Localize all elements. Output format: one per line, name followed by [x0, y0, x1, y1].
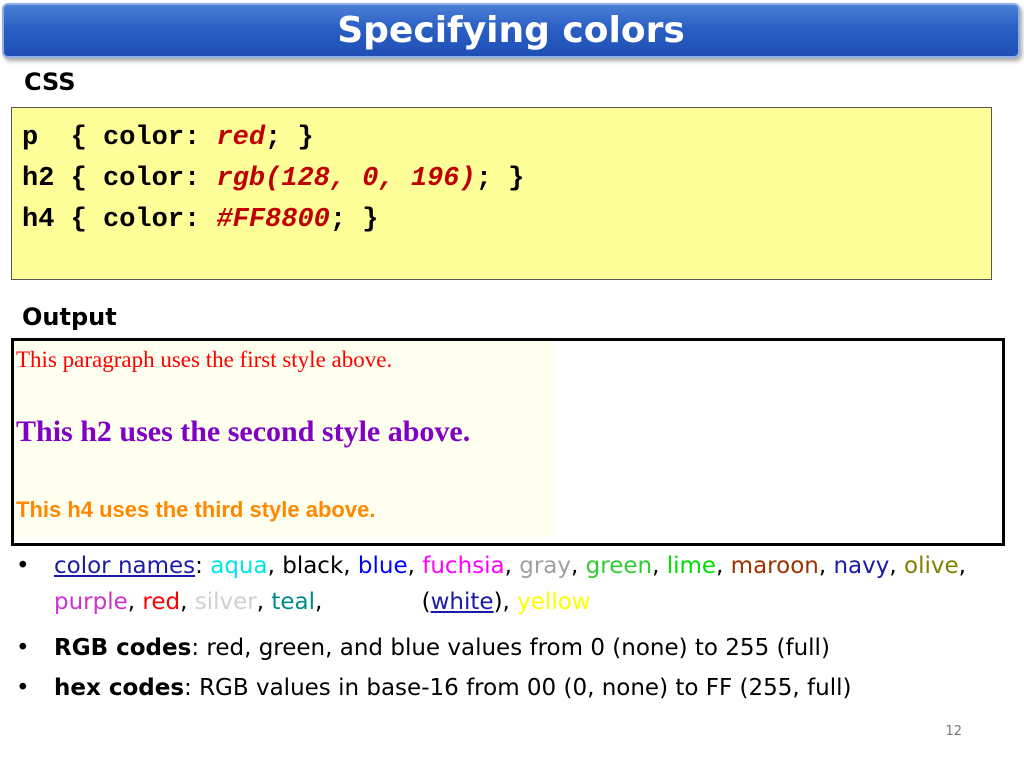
color-word-aqua: aqua [210, 553, 268, 579]
output-h2: This h2 uses the second style above. [16, 415, 471, 448]
code-line-h4: h4 { color: #FF8800; } [22, 200, 981, 241]
output-paragraph: This paragraph uses the first style abov… [16, 347, 393, 372]
code-suffix: ; } [265, 123, 314, 153]
color-word-lime: lime [666, 553, 717, 579]
output-h4: This h4 uses the third style above. [16, 497, 376, 522]
comma: , [716, 553, 731, 579]
code-suffix: ; } [329, 205, 379, 235]
bullet-list: • color names: aqua, black, blue, fuchsi… [16, 548, 1006, 706]
color-word-olive: olive [904, 553, 959, 579]
color-word-fuchsia: fuchsia [422, 553, 505, 579]
code-suffix: ; } [475, 164, 525, 194]
comma: , [652, 553, 667, 579]
color-word-purple: purple [54, 589, 128, 615]
color-word-red: red [142, 589, 181, 615]
rgb-codes-desc: : red, green, and blue values from 0 (no… [191, 635, 830, 661]
css-code-box: p { color: red; } h2 { color: rgb(128, 0… [11, 107, 992, 280]
comma: , [818, 553, 834, 579]
output-label: Output [22, 303, 117, 331]
slide-title: Specifying colors [337, 10, 685, 51]
bullet-rgb-codes: • RGB codes: red, green, and blue values… [16, 630, 1006, 666]
bullet-dot: • [16, 675, 30, 701]
comma: , [315, 589, 330, 615]
code-prefix: h4 { color: [22, 205, 217, 235]
color-word-silver: silver [194, 589, 257, 615]
title-bar: Specifying colors [2, 3, 1020, 58]
color-word-black: black [282, 553, 344, 579]
hex-codes-term: hex codes [54, 675, 185, 701]
code-line-p: p { color: red; } [22, 118, 981, 159]
comma: , [127, 589, 143, 615]
color-word-teal: teal [271, 589, 315, 615]
code-prefix: h2 { color: [22, 164, 217, 194]
comma: , [256, 589, 272, 615]
comma: , [504, 553, 520, 579]
color-word-navy: navy [833, 553, 890, 579]
code-line-h2: h2 { color: rgb(128, 0, 196); } [22, 159, 981, 200]
bullet-color-names: • color names: aqua, black, blue, fuchsi… [16, 548, 1006, 620]
comma: , [267, 553, 283, 579]
code-value: rgb(128, 0, 196) [216, 164, 476, 194]
code-value: #FF8800 [216, 205, 330, 235]
bullet-dot: • [16, 553, 30, 579]
bullet-dot: • [16, 635, 30, 661]
comma: , [958, 553, 966, 579]
output-box: This paragraph uses the first style abov… [11, 338, 1005, 546]
color-word-blue: blue [357, 553, 408, 579]
rgb-codes-term: RGB codes [54, 635, 192, 661]
colon: : [195, 553, 211, 579]
code-prefix: p { color: [22, 123, 217, 153]
comma: , [343, 553, 358, 579]
comma: , [407, 553, 423, 579]
color-names-link[interactable]: color names [54, 553, 195, 579]
page-number: 12 [945, 724, 962, 739]
output-render-area: This paragraph uses the first style abov… [14, 341, 554, 537]
css-label: CSS [24, 68, 76, 96]
white-link[interactable]: white [431, 589, 494, 615]
bullet-hex-codes: • hex codes: RGB values in base-16 from … [16, 670, 1006, 706]
hex-codes-desc: : RGB values in base-16 from 00 (0, none… [184, 675, 852, 701]
color-word-yellow: yellow [517, 589, 591, 615]
code-value: red [216, 123, 266, 153]
comma: , [571, 553, 586, 579]
color-word-maroon: maroon [730, 553, 819, 579]
color-word-green: green [585, 553, 653, 579]
comma: , [889, 553, 904, 579]
color-word-gray: gray [519, 553, 572, 579]
comma: , [180, 589, 195, 615]
